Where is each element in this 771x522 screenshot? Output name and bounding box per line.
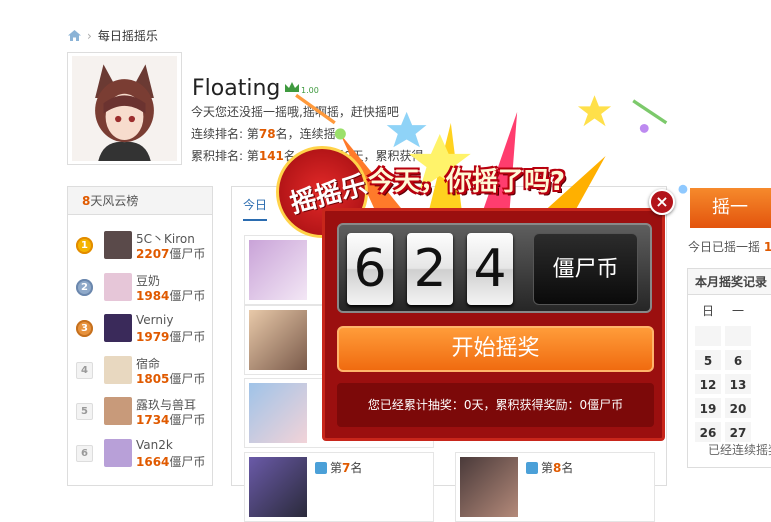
start-lottery-button[interactable]: 开始摇奖: [337, 326, 654, 372]
avatar[interactable]: [104, 272, 132, 301]
leaderboard-panel: 8天风云榜 1 5C丶Kiron 2207僵尸币 2 豆奶 1984僵尸币 3 Verniy 1…: [67, 186, 213, 486]
calendar-day: 27: [724, 421, 752, 443]
home-icon[interactable]: [68, 30, 81, 41]
rank-medal-icon: 6: [76, 444, 93, 462]
leaderboard-row[interactable]: 5 露玖与兽耳 1734僵尸币: [68, 391, 214, 431]
rank-medal-icon: 1: [76, 237, 93, 254]
leaderboard-row[interactable]: 2 豆奶 1984僵尸币: [68, 267, 214, 307]
counter-digit: 6: [347, 233, 393, 305]
avatar[interactable]: [67, 52, 182, 165]
thumbnail: [249, 240, 307, 300]
rank-medal-icon: 4: [76, 361, 93, 379]
list-item[interactable]: 第7名: [244, 452, 434, 522]
avatar[interactable]: [104, 231, 132, 259]
calendar-day: [724, 325, 752, 347]
rank-badge-icon: [526, 462, 538, 474]
list-item[interactable]: 第8名: [455, 452, 655, 522]
calendar-weekday: 日: [694, 299, 722, 321]
calendar-day: [694, 325, 722, 347]
avatar[interactable]: [104, 314, 132, 342]
leaderboard-name[interactable]: Van2k: [136, 438, 173, 452]
lottery-summary: 您已经累计抽奖：0天，累积获得奖励：0僵尸币: [337, 383, 654, 427]
leaderboard-coins: 1664僵尸币: [136, 454, 206, 469]
calendar-title: 本月摇奖记录: [688, 269, 771, 295]
calendar-day: 6: [724, 349, 752, 371]
leaderboard-row[interactable]: 3 Verniy 1979僵尸币: [68, 308, 214, 348]
popup-title: 今天，你摇了吗?: [368, 167, 566, 197]
rank-badge-icon: [315, 462, 327, 474]
calendar-day: 19: [694, 397, 722, 419]
leaderboard-row[interactable]: 4 宿命 1805僵尸币: [68, 350, 214, 390]
counter-unit: 僵尸币: [533, 233, 638, 305]
total-rank-prefix: 累积排名: 第: [191, 149, 259, 163]
thumbnail: [460, 457, 518, 517]
counter-digit: 2: [407, 233, 453, 305]
calendar-footer: 已经连续摇奖: [708, 443, 771, 457]
breadcrumb-current: 每日摇摇乐: [97, 29, 158, 43]
card-rank: 第8名: [526, 459, 573, 476]
leaderboard-coins: 1734僵尸币: [136, 413, 206, 427]
avatar[interactable]: [104, 355, 132, 384]
leaderboard-name[interactable]: Verniy: [136, 313, 173, 327]
thumbnail: [249, 457, 307, 517]
card-rank: 第7名: [315, 459, 362, 476]
calendar-day: 13: [724, 373, 752, 395]
avatar[interactable]: [104, 438, 132, 467]
leaderboard-coins: 2207僵尸币: [136, 247, 206, 261]
close-icon[interactable]: ×: [649, 189, 675, 215]
breadcrumb-separator: ›: [87, 28, 92, 43]
coin-counter: 6 2 4 僵尸币: [337, 223, 652, 313]
counter-digit: 4: [467, 233, 513, 305]
lottery-popup: 6 2 4 僵尸币 开始摇奖 您已经累计抽奖：0天，累积获得奖励：0僵尸币: [322, 208, 665, 441]
thumbnail: [249, 310, 307, 370]
leaderboard-title: 8天风云榜: [68, 187, 212, 215]
leaderboard-coins: 1984僵尸币: [136, 288, 206, 303]
breadcrumb: › 每日摇摇乐: [68, 27, 158, 44]
leaderboard-row[interactable]: 6 Van2k 1664僵尸币: [68, 433, 214, 473]
streak-rank-prefix: 连续排名: 第: [191, 127, 259, 141]
calendar-day: 5: [694, 349, 722, 371]
calendar-panel: 本月摇奖记录 日一 56121319202627 已经连续摇奖: [687, 268, 771, 468]
leaderboard-coins: 1979僵尸币: [136, 330, 206, 344]
avatar[interactable]: [104, 397, 132, 425]
rank-medal-icon: 2: [76, 278, 93, 296]
leaderboard-coins: 1805僵尸币: [136, 371, 206, 386]
calendar-day: 20: [724, 397, 752, 419]
calendar-day: 26: [694, 421, 722, 443]
avatar-image: [72, 56, 177, 161]
tab-today[interactable]: 今日: [243, 196, 268, 221]
rank-medal-icon: 5: [76, 403, 93, 420]
calendar-day: 12: [694, 373, 722, 395]
username: Floating: [192, 76, 281, 101]
leaderboard-row[interactable]: 1 5C丶Kiron 2207僵尸币: [68, 225, 214, 265]
shake-button[interactable]: 摇一: [690, 188, 771, 228]
rank-medal-icon: 3: [76, 320, 93, 337]
calendar-weekday: 一: [724, 299, 752, 321]
thumbnail: [249, 383, 307, 443]
today-status: 今日已摇一摇 1: [688, 240, 771, 254]
